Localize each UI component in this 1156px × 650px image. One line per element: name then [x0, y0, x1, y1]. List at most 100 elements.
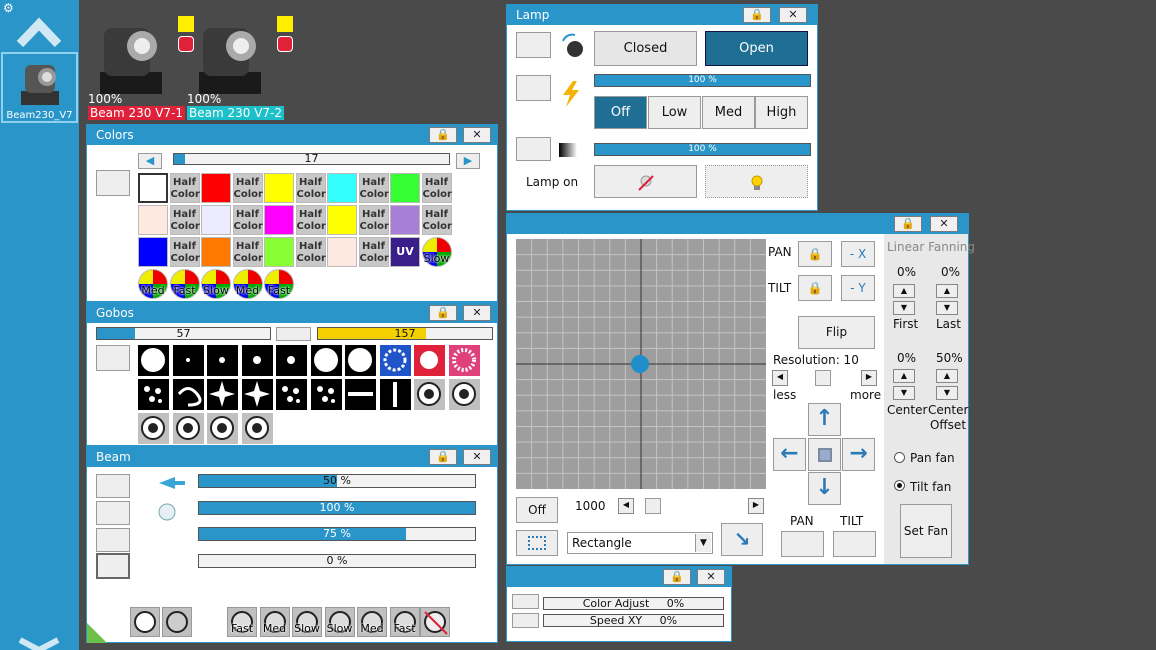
arrow-up-button[interactable]: ↑ [808, 403, 841, 436]
gobo-mid-button[interactable] [276, 327, 311, 341]
speed-slider-thumb[interactable] [645, 498, 661, 514]
half-color-button[interactable]: Half Color [232, 205, 263, 235]
lock-icon[interactable]: 🔒 [663, 569, 691, 585]
color-swatch[interactable] [138, 205, 168, 235]
beam-button-2[interactable] [96, 501, 130, 525]
beam-button-4[interactable] [96, 553, 130, 579]
invert-x-button[interactable]: - X [841, 241, 875, 267]
off-button[interactable]: Off [516, 497, 558, 523]
gobo-button[interactable] [379, 345, 411, 376]
prism-speed-button[interactable]: Med [357, 607, 387, 637]
color-swatch[interactable] [390, 173, 420, 203]
color-wheel-button[interactable]: Slow [201, 269, 231, 299]
prism-speed-button[interactable]: Fast [389, 607, 420, 637]
close-button[interactable]: ✕ [930, 216, 958, 232]
half-color-button[interactable]: Half Color [421, 173, 452, 203]
color-swatch[interactable] [201, 205, 231, 235]
speed-more-button[interactable]: ▶ [748, 498, 764, 514]
pan-tilt-position-marker[interactable] [631, 355, 649, 373]
expand-down-icon[interactable] [16, 636, 62, 650]
strobe-med-button[interactable]: Med [702, 96, 755, 129]
speed-less-button[interactable]: ◀ [618, 498, 634, 514]
pan-tilt-grid[interactable] [516, 239, 766, 489]
half-color-button[interactable]: Half Color [169, 173, 200, 203]
close-button[interactable]: ✕ [463, 127, 491, 143]
prism-speed-button[interactable]: Slow [292, 607, 322, 637]
half-color-button[interactable]: Half Color [295, 173, 326, 203]
gobo-slider-2[interactable]: 157 [317, 327, 493, 340]
color-swatch[interactable] [264, 237, 294, 267]
fixture-tile[interactable]: Beam230_V7 [1, 52, 78, 123]
set-fan-button[interactable]: Set Fan [900, 504, 952, 558]
gobo-button[interactable] [276, 379, 307, 410]
gobos-reset-button[interactable] [96, 345, 130, 371]
gobo-button[interactable] [448, 379, 480, 410]
speed-xy-bar[interactable]: Speed XY 0% [543, 614, 724, 627]
strobe-off-button[interactable]: Off [594, 96, 647, 129]
color-swatch[interactable] [201, 237, 231, 267]
first-up-button[interactable]: ▲ [893, 284, 915, 298]
gobo-button[interactable] [448, 345, 480, 376]
gobo-button[interactable] [172, 345, 204, 376]
close-button[interactable]: ✕ [697, 569, 725, 585]
arrow-left-button[interactable]: ← [773, 438, 806, 471]
color-swatch[interactable] [327, 205, 357, 235]
color-swatch[interactable] [201, 173, 231, 203]
strobe-bar[interactable]: 100 % [594, 74, 811, 87]
prism-speed-button[interactable]: Slow [324, 607, 355, 637]
color-wheel-button[interactable]: Slow [421, 237, 452, 267]
beam-button-3[interactable] [96, 528, 130, 552]
pan-fan-radio[interactable] [894, 452, 905, 463]
dimmer-reset-button[interactable] [516, 137, 551, 161]
close-button[interactable]: ✕ [463, 449, 491, 465]
gobo-button[interactable] [345, 379, 376, 410]
fixture-dock-item-2[interactable]: 100% Beam 230 V7-2 [187, 14, 293, 122]
color-swatch[interactable] [138, 173, 168, 203]
half-color-button[interactable]: Half Color [232, 173, 263, 203]
gobo-button[interactable] [379, 379, 411, 410]
tilt-bottom-button[interactable] [833, 531, 876, 557]
color-wheel-button[interactable]: Fast [264, 269, 294, 299]
speed-xy-reset-button[interactable] [512, 613, 539, 628]
center-down-button[interactable]: ▼ [893, 386, 915, 400]
half-color-button[interactable]: Half Color [421, 205, 452, 235]
center-up-button[interactable]: ▲ [893, 369, 915, 383]
invert-y-button[interactable]: - Y [841, 275, 875, 301]
gobo-button[interactable] [241, 345, 273, 376]
color-swatch[interactable] [264, 205, 294, 235]
beam-bar-3[interactable]: 75 % [198, 527, 476, 541]
color-swatch[interactable] [327, 237, 357, 267]
lock-icon[interactable]: 🔒 [429, 127, 457, 143]
gobo-button[interactable] [414, 345, 445, 376]
gobo-button[interactable] [207, 379, 238, 410]
prism-speed-button[interactable]: Med [259, 607, 290, 637]
stop-rotation-button[interactable] [420, 607, 450, 637]
color-swatch[interactable] [138, 237, 168, 267]
color-wheel-button[interactable]: Fast [169, 269, 200, 299]
arrow-down-button[interactable]: ↓ [808, 472, 841, 505]
gobo-button[interactable] [345, 345, 376, 376]
fixture-dock-item-1[interactable]: 100% Beam 230 V7-1 [88, 14, 194, 122]
half-color-button[interactable]: Half Color [169, 205, 200, 235]
lamp-on-button[interactable] [705, 165, 808, 198]
shape-button[interactable] [516, 530, 558, 556]
strobe-low-button[interactable]: Low [648, 96, 701, 129]
gobo-button[interactable] [138, 379, 169, 410]
half-color-button[interactable]: Half Color [358, 205, 389, 235]
center-button[interactable] [808, 438, 841, 471]
gobo-button[interactable] [414, 379, 445, 410]
collapse-up-icon[interactable] [16, 12, 62, 48]
last-down-button[interactable]: ▼ [936, 301, 958, 315]
lock-icon[interactable]: 🔒 [743, 7, 771, 23]
half-color-button[interactable]: Half Color [232, 237, 263, 267]
offset-down-button[interactable]: ▼ [936, 386, 958, 400]
last-up-button[interactable]: ▲ [936, 284, 958, 298]
color-wheel-button[interactable]: Med [232, 269, 263, 299]
prism-wheel-button[interactable] [162, 607, 192, 637]
tilt-lock-button[interactable]: 🔒 [798, 275, 832, 301]
half-color-button[interactable]: Half Color [295, 205, 326, 235]
pan-bottom-button[interactable] [781, 531, 824, 557]
prism-speed-button[interactable]: Fast [227, 607, 257, 637]
gobo-button[interactable] [276, 345, 307, 376]
half-color-button[interactable]: Half Color [358, 173, 389, 203]
